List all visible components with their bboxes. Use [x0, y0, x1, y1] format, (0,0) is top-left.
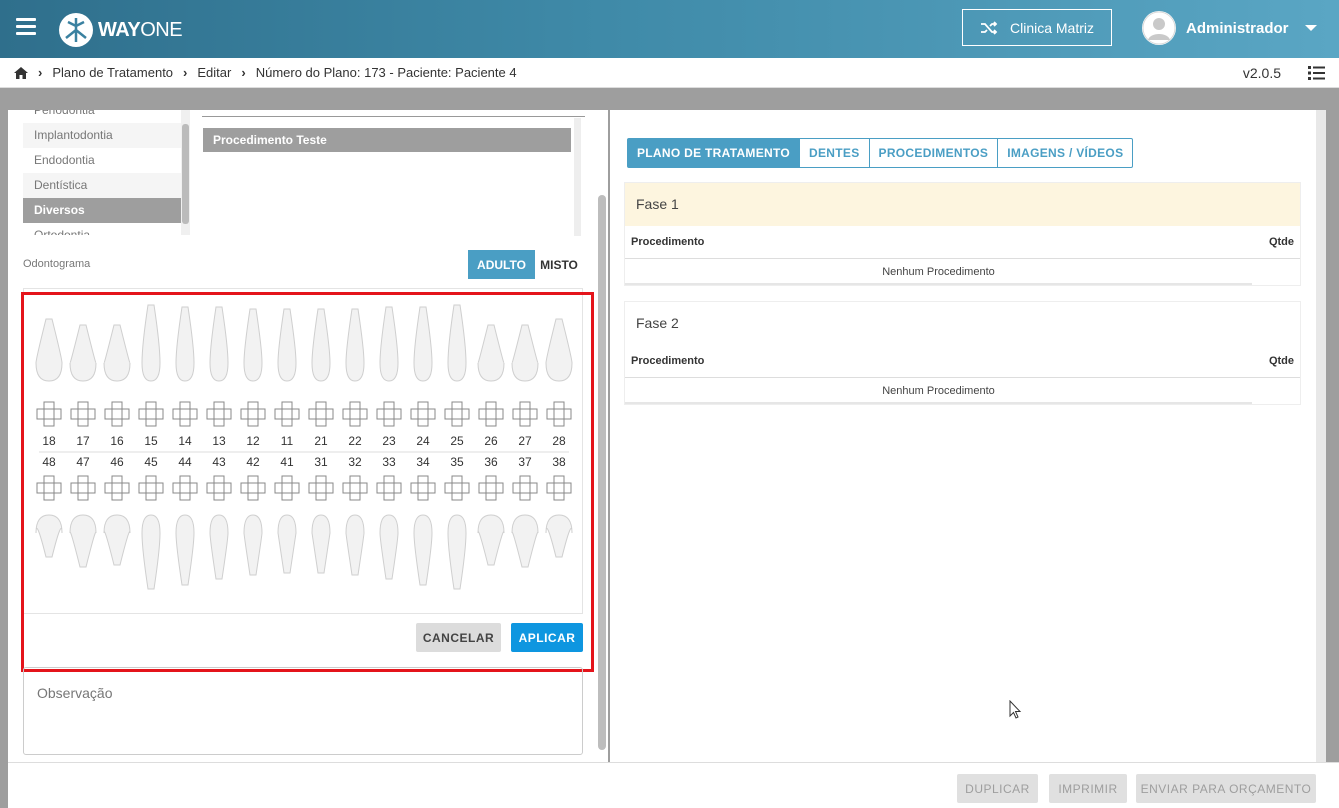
chevron-right-icon: › [183, 65, 188, 80]
empty-state: Nenhum Procedimento [625, 378, 1252, 404]
left-panel: Periodontia Implantodontia Endodontia De… [8, 110, 608, 762]
clinic-label: Clinica Matriz [1009, 19, 1094, 36]
specialty-list[interactable]: Periodontia Implantodontia Endodontia De… [23, 110, 181, 235]
observation-field[interactable]: Observação [23, 667, 583, 755]
list-item-active[interactable]: Diversos [23, 198, 181, 223]
dentition-toggle: ADULTO MISTO [468, 250, 583, 279]
home-icon[interactable] [14, 66, 28, 79]
user-name: Administrador [1186, 19, 1289, 37]
odontogram-label: Odontograma [23, 258, 91, 270]
list-item[interactable]: Periodontia [23, 110, 181, 123]
column-procedure: Procedimento [631, 355, 705, 367]
phase-title[interactable]: Fase 1 [625, 183, 1300, 226]
chevron-right-icon: › [38, 65, 43, 80]
tab-bar: PLANO DE TRATAMENTO DENTES PROCEDIMENTOS… [627, 138, 1134, 168]
column-qty: Qtde [1268, 355, 1294, 367]
adult-toggle-button[interactable]: ADULTO [468, 250, 535, 279]
procedure-select[interactable] [202, 110, 585, 117]
breadcrumb-item: Número do Plano: 173 - Paciente: Pacient… [255, 65, 517, 80]
empty-state: Nenhum Procedimento [625, 259, 1252, 285]
procedure-scrollbar[interactable] [574, 118, 581, 236]
chevron-right-icon: › [241, 65, 246, 80]
clinic-switch-button[interactable]: Clinica Matriz [962, 9, 1112, 46]
tab-treatment-plan[interactable]: PLANO DE TRATAMENTO [628, 139, 800, 167]
mixed-toggle-button[interactable]: MISTO [535, 250, 583, 279]
phase-table-header: Procedimento Qtde [625, 345, 1300, 378]
avatar [1142, 11, 1176, 45]
list-item[interactable]: Implantodontia [23, 123, 181, 148]
breadcrumb: › Plano de Tratamento › Editar › Número … [0, 58, 1339, 88]
mouse-cursor-icon [1009, 700, 1022, 719]
phase-title[interactable]: Fase 2 [625, 302, 1300, 345]
top-bar: WAYONE Clinica Matriz Administrador [0, 0, 1339, 58]
version-label: v2.0.5 [1242, 65, 1281, 81]
column-qty: Qtde [1268, 236, 1294, 248]
breadcrumb-item[interactable]: Plano de Tratamento [52, 65, 173, 80]
phase-table-header: Procedimento Qtde [625, 226, 1300, 259]
list-icon[interactable] [1308, 66, 1325, 80]
specialty-scrollbar[interactable] [181, 110, 190, 235]
list-item[interactable]: Endodontia [23, 148, 181, 173]
footer-bar: DUPLICAR IMPRIMIR ENVIAR PARA ORÇAMENTO [8, 762, 1339, 808]
breadcrumb-item[interactable]: Editar [197, 65, 231, 80]
tab-procedures[interactable]: PROCEDIMENTOS [868, 139, 998, 167]
shuffle-icon [980, 20, 998, 35]
right-panel: PLANO DE TRATAMENTO DENTES PROCEDIMENTOS… [610, 110, 1316, 762]
tab-teeth[interactable]: DENTES [799, 139, 868, 167]
chevron-down-icon [1304, 25, 1317, 31]
send-to-budget-button[interactable]: ENVIAR PARA ORÇAMENTO [1136, 774, 1316, 803]
phase-card: Fase 1 Procedimento Qtde Nenhum Procedim… [624, 182, 1301, 286]
column-procedure: Procedimento [631, 236, 705, 248]
list-item[interactable]: Ortodontia [23, 223, 181, 235]
logo-text: WAYONE [98, 18, 183, 41]
logo-icon [59, 13, 93, 47]
print-button[interactable]: IMPRIMIR [1049, 774, 1127, 803]
highlight-frame [21, 292, 594, 672]
list-item[interactable]: Dentística [23, 173, 181, 198]
user-menu[interactable]: Administrador [1142, 11, 1317, 45]
logo[interactable]: WAYONE [58, 12, 183, 48]
left-panel-scrollbar[interactable] [598, 195, 606, 750]
procedure-item[interactable]: Procedimento Teste [203, 128, 571, 152]
duplicate-button[interactable]: DUPLICAR [957, 774, 1038, 803]
phase-card: Fase 2 Procedimento Qtde Nenhum Procedim… [624, 301, 1301, 405]
menu-icon[interactable] [16, 18, 36, 36]
right-panel-scrollbar[interactable] [1316, 110, 1326, 762]
tab-images-videos[interactable]: IMAGENS / VÍDEOS [997, 139, 1132, 167]
